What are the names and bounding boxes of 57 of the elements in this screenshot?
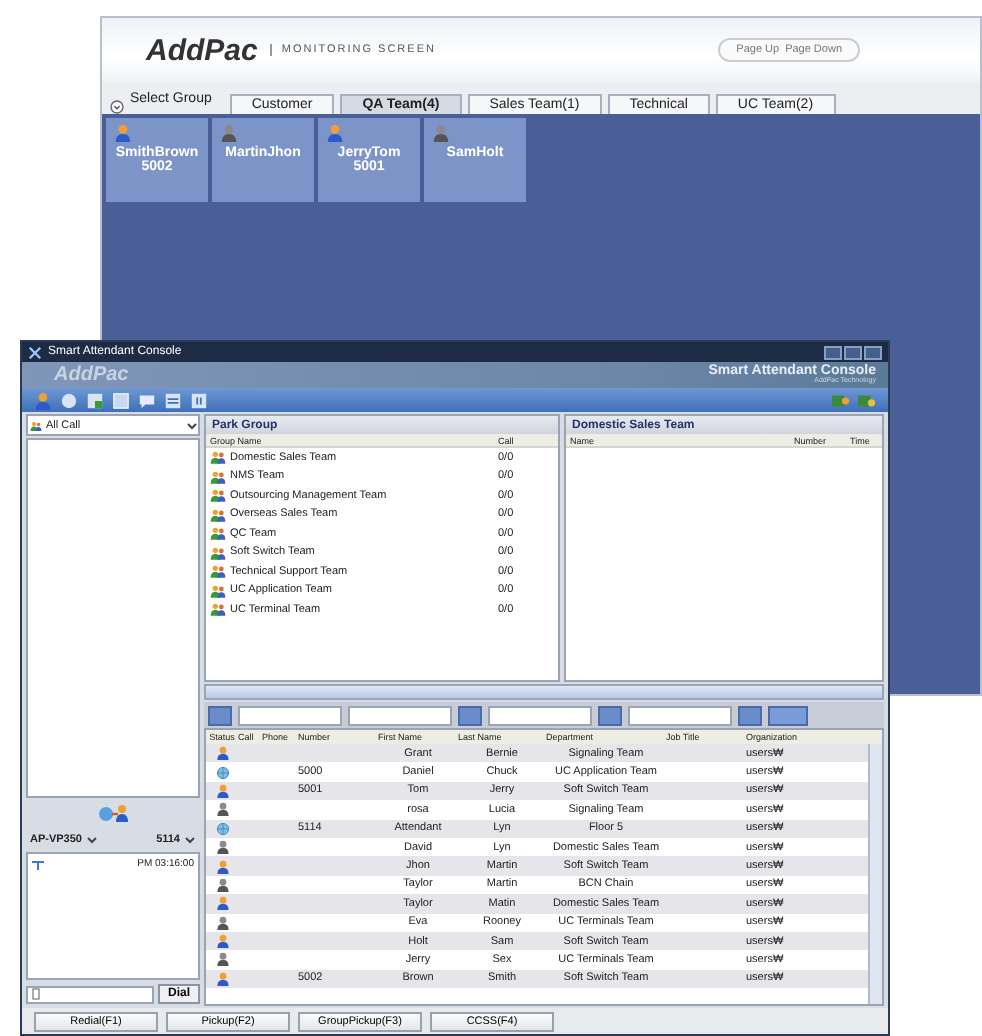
scrollbar[interactable]	[868, 744, 882, 1004]
close-button[interactable]	[864, 345, 882, 359]
group-icon	[30, 419, 42, 431]
person-icon	[215, 915, 229, 930]
list-icon[interactable]	[164, 391, 182, 409]
person-icon	[215, 934, 229, 949]
logo: AddPac	[54, 364, 129, 386]
search-field[interactable]	[628, 705, 732, 725]
refresh-button[interactable]	[738, 705, 762, 725]
person-icon	[215, 746, 229, 761]
toolbar-icon[interactable]	[60, 391, 78, 409]
globe-icon	[215, 765, 229, 780]
person-icon	[34, 391, 52, 409]
person-icon	[215, 859, 229, 874]
group-icon	[210, 602, 226, 617]
scrollbar[interactable]	[204, 684, 884, 700]
search-button[interactable]	[208, 705, 232, 725]
group-icon	[210, 450, 226, 465]
caret-icon[interactable]	[186, 419, 198, 431]
group-icon	[210, 488, 226, 503]
person-icon	[215, 896, 229, 911]
person-icon	[215, 952, 229, 967]
logo: AddPac	[146, 33, 258, 67]
caret-icon[interactable]	[86, 833, 98, 845]
toolbar-button[interactable]	[768, 705, 808, 725]
person-icon	[220, 124, 238, 142]
toolbar-icon[interactable]	[112, 391, 130, 409]
search-button[interactable]	[598, 705, 622, 725]
maximize-button[interactable]	[844, 345, 862, 359]
group-icon	[210, 564, 226, 579]
pause-icon[interactable]	[190, 391, 208, 409]
chat-icon[interactable]	[138, 391, 156, 409]
dial-field[interactable]	[26, 985, 154, 1003]
minimize-button[interactable]	[824, 345, 842, 359]
search-field[interactable]	[488, 705, 592, 725]
group-icon	[210, 507, 226, 522]
person-icon	[215, 971, 229, 986]
search-field[interactable]	[348, 705, 452, 725]
search-field[interactable]	[238, 705, 342, 725]
circle-icon	[110, 100, 124, 114]
group-icon	[210, 526, 226, 541]
globe-icon	[215, 821, 229, 836]
person-icon	[215, 877, 229, 892]
person-icon	[215, 840, 229, 855]
search-button[interactable]	[458, 705, 482, 725]
app-icon	[28, 345, 42, 359]
transfer-icon[interactable]	[97, 804, 129, 822]
caret-icon[interactable]	[184, 833, 196, 845]
group-icon	[210, 545, 226, 560]
person-icon	[326, 124, 344, 142]
person-icon	[114, 124, 132, 142]
person-icon	[215, 802, 229, 817]
person-icon	[432, 124, 450, 142]
group-icon	[210, 469, 226, 484]
group-icon	[210, 583, 226, 598]
person-icon	[215, 783, 229, 798]
toolbar-icon[interactable]	[86, 391, 104, 409]
